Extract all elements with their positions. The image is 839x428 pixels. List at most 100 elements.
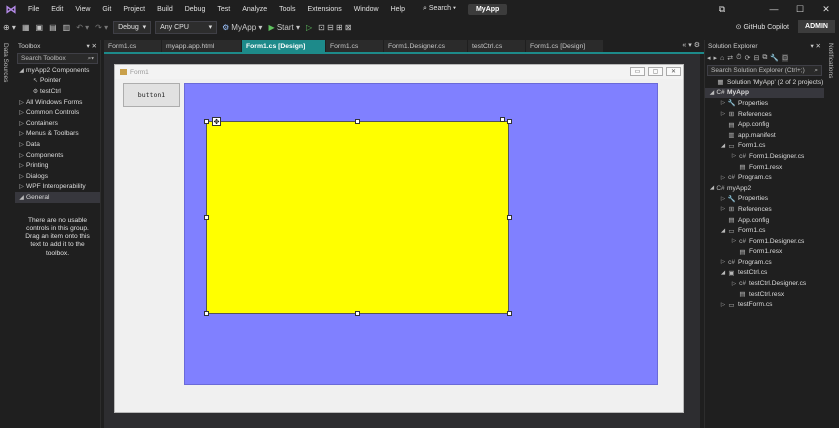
toolbox-item[interactable]: ▷ Dialogs (15, 171, 100, 182)
toolbox-item[interactable]: ▷ WPF Interoperability (15, 182, 100, 193)
admin-badge[interactable]: ADMIN (798, 20, 835, 33)
tab-testctrl-cs[interactable]: testCtrl.cs (468, 40, 526, 52)
redo-icon[interactable]: ↷ ▾ (92, 20, 111, 34)
solution-explorer-search-input[interactable]: Search Solution Explorer (Ctrl+;) ⌕ (707, 65, 822, 76)
platform-select[interactable]: Any CPU ▾ (155, 20, 218, 34)
menu-debug[interactable]: Debug (179, 6, 212, 13)
solution-tree-item[interactable]: ▤ Form1.resx (705, 162, 824, 173)
menu-analyze[interactable]: Analyze (236, 6, 273, 13)
switch-views-icon[interactable]: ⇄ (727, 54, 733, 62)
pending-changes-icon[interactable]: ⏱ (736, 54, 741, 62)
toolbox-item[interactable]: ⚙ testCtrl (15, 86, 100, 97)
startup-project-select[interactable]: ⚙ MyApp ▾ (219, 20, 265, 34)
chevron-right-icon[interactable]: ▷ (730, 238, 738, 244)
chevron-right-icon[interactable]: ▷ (719, 111, 727, 117)
resize-handle-top-left[interactable] (204, 119, 209, 124)
tab-form1-cs[interactable]: Form1.cs (104, 40, 162, 52)
project-name-badge[interactable]: MyApp (467, 3, 508, 15)
chevron-right-icon[interactable]: ▷ (719, 302, 727, 308)
restore-window-icon[interactable]: ⧉ (709, 0, 735, 18)
tab-form1-cs[interactable]: Form1.cs (326, 40, 384, 52)
resize-handle-bottom-right[interactable] (507, 311, 512, 316)
solution-tree-item[interactable]: ▷ c# Form1.Designer.cs (705, 151, 824, 162)
solution-tree-item[interactable]: ▤ App.config (705, 119, 824, 130)
toolbox-item[interactable]: ◢ myApp2 Components (15, 65, 100, 76)
toolbox-item[interactable]: ▷ Common Controls (15, 107, 100, 118)
visual-studio-logo-icon[interactable]: ⋈ (0, 0, 22, 18)
chevron-right-icon[interactable]: ▷ (719, 259, 727, 265)
toolbox-item[interactable]: ▷ Printing (15, 160, 100, 171)
solution-tree-item[interactable]: ▷ ⊞ References (705, 109, 824, 120)
chevron-right-icon[interactable]: ▷ (719, 175, 727, 181)
solution-tree-item[interactable]: ▤ Form1.resx (705, 247, 824, 258)
github-copilot-button[interactable]: ⊙ GitHub Copilot (736, 23, 789, 31)
tab-form1-cs-design[interactable]: Form1.cs [Design] (526, 40, 604, 52)
chevron-right-icon[interactable]: ▷ (719, 100, 727, 106)
minimize-window-icon[interactable]: — (761, 0, 787, 18)
resize-handle-left[interactable] (204, 215, 209, 220)
solution-tree-item[interactable]: ▷ ⊞ References (705, 204, 824, 215)
solution-tree-item[interactable]: ▷ c# Program.cs (705, 172, 824, 183)
menu-build[interactable]: Build (151, 6, 179, 13)
chevron-right-icon[interactable]: ▷ (730, 281, 738, 287)
menu-edit[interactable]: Edit (45, 6, 69, 13)
move-glyph-icon[interactable]: ✥ (212, 117, 221, 126)
toolbox-item[interactable]: ↖ Pointer (15, 76, 100, 87)
resize-handle-bottom[interactable] (355, 311, 360, 316)
menu-view[interactable]: View (69, 6, 96, 13)
resize-handle-right[interactable] (507, 215, 512, 220)
smart-tag-icon[interactable] (500, 117, 505, 122)
solution-tree-item[interactable]: ▦ Solution 'MyApp' (2 of 2 projects) (705, 77, 824, 88)
toolbox-item[interactable]: ▷ Data (15, 139, 100, 150)
show-all-files-icon[interactable]: ⧉ (762, 54, 767, 62)
close-window-icon[interactable]: ✕ (813, 0, 839, 18)
tab-myapp-app-html[interactable]: myapp.app.html (162, 40, 242, 52)
solution-tree-item[interactable]: ◢ ▭ Form1.cs (705, 225, 824, 236)
undo-icon[interactable]: ↶ ▾ (73, 20, 92, 34)
solution-tree-item[interactable]: ▷ ▭ testForm.cs (705, 299, 824, 310)
solution-tree-item[interactable]: ◢ ▣ testCtrl.cs (705, 268, 824, 279)
configuration-select[interactable]: Debug ▾ (113, 20, 152, 34)
sync-icon[interactable]: ⟳ (745, 54, 751, 62)
home-icon[interactable]: ⌂ (720, 55, 724, 62)
toolbox-item[interactable]: ▷ Components (15, 150, 100, 161)
chevron-right-icon[interactable]: ▷ (719, 206, 727, 212)
menu-extensions[interactable]: Extensions (301, 6, 347, 13)
preview-icon[interactable]: ⊡ (782, 54, 788, 62)
notifications-strip[interactable]: Notifications (825, 37, 838, 428)
new-item-icon[interactable]: ▦ (19, 20, 33, 34)
menu-help[interactable]: Help (385, 6, 411, 13)
toolbox-item[interactable]: ▷ Containers (15, 118, 100, 129)
save-icon[interactable]: ▤ (46, 20, 60, 34)
toolbar-more-icon[interactable]: ⊡ ⊟ ⊞ ⊠ (315, 20, 354, 34)
maximize-window-icon[interactable]: ☐ (787, 0, 813, 18)
menu-window[interactable]: Window (348, 6, 385, 13)
solution-tree-item[interactable]: ▤ App.config (705, 215, 824, 226)
tab-overflow-icon[interactable]: « ▾ ⚙ (682, 41, 700, 49)
menu-test[interactable]: Test (211, 6, 236, 13)
toolbox-item[interactable]: ▷ Menus & Toolbars (15, 129, 100, 140)
toolbox-item[interactable]: ◢ General (15, 192, 100, 203)
search-box[interactable]: ⌕ Search ▾ (415, 5, 464, 13)
toolbox-window-controls[interactable]: ▾ ✕ (86, 42, 97, 50)
data-sources-strip[interactable]: Data Sources (0, 37, 13, 428)
solution-tree-item[interactable]: ▷ 🔧 Properties (705, 98, 824, 109)
chevron-right-icon[interactable]: ▷ (719, 196, 727, 202)
solution-tree-item[interactable]: ▷ c# Form1.Designer.cs (705, 236, 824, 247)
menu-tools[interactable]: Tools (273, 6, 301, 13)
solution-tree-item[interactable]: ◢ C# myApp2 (705, 183, 824, 194)
toolbox-search-input[interactable]: Search Toolbox ⌕▾ (17, 53, 98, 64)
start-button[interactable]: ▶ Start ▾ (265, 20, 303, 34)
properties-icon[interactable]: 🔧 (770, 54, 779, 62)
solution-tree-item[interactable]: ▷ c# Program.cs (705, 257, 824, 268)
solution-tree-item[interactable]: ▷ 🔧 Properties (705, 194, 824, 205)
tab-form1-cs-design[interactable]: Form1.cs [Design] (242, 40, 326, 52)
chevron-right-icon[interactable]: ▷ (730, 153, 738, 159)
toolbox-item[interactable]: ▷ All Windows Forms (15, 97, 100, 108)
solution-explorer-window-controls[interactable]: ▾ ✕ (810, 42, 821, 50)
solution-tree-item[interactable]: ◢ C# MyApp (705, 87, 824, 99)
chevron-down-icon[interactable]: ◢ (708, 185, 716, 191)
chevron-down-icon[interactable]: ◢ (719, 143, 727, 149)
start-without-debugging-icon[interactable]: ▷ (303, 20, 315, 34)
resize-handle-top-right[interactable] (507, 119, 512, 124)
